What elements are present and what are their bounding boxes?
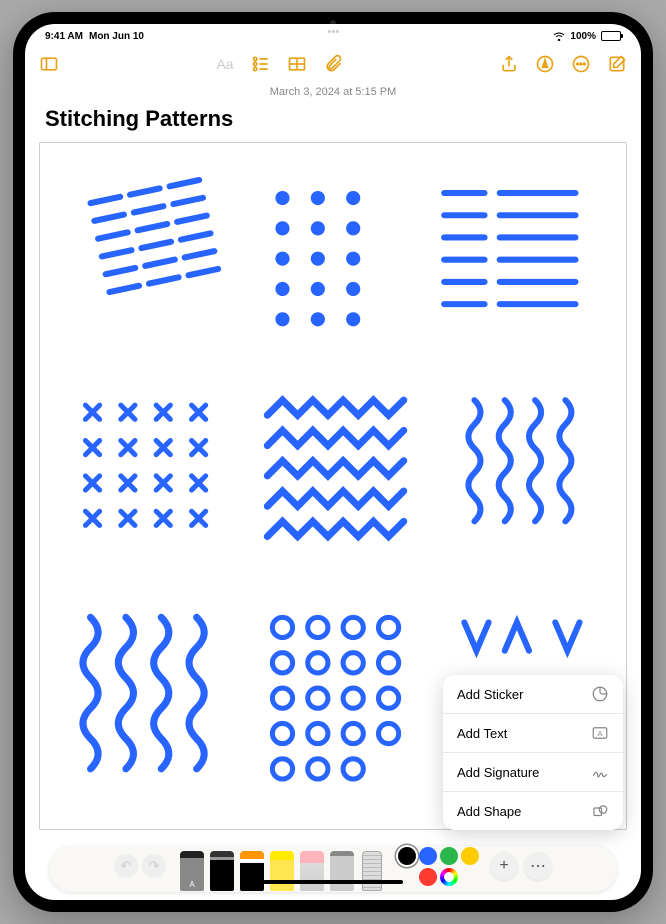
palette-more-button[interactable]: ⋯ bbox=[524, 852, 552, 880]
text-format-button[interactable]: Aa bbox=[215, 54, 235, 74]
add-shape-item[interactable]: Add Shape bbox=[443, 792, 623, 830]
add-signature-item[interactable]: Add Signature bbox=[443, 753, 623, 792]
color-red[interactable] bbox=[419, 868, 437, 886]
checklist-button[interactable] bbox=[251, 54, 271, 74]
color-black[interactable] bbox=[398, 847, 416, 865]
color-green[interactable] bbox=[440, 847, 458, 865]
tool-palette: ↶ ↷ + ⋯ bbox=[25, 838, 641, 900]
color-yellow[interactable] bbox=[461, 847, 479, 865]
text-box-icon: A bbox=[591, 724, 609, 742]
pen-tool[interactable] bbox=[208, 841, 236, 891]
marker-tool[interactable] bbox=[238, 847, 266, 891]
add-text-item[interactable]: Add Text A bbox=[443, 714, 623, 753]
color-blue[interactable] bbox=[419, 847, 437, 865]
color-picker-button[interactable] bbox=[440, 868, 458, 886]
handwriting-pen-tool[interactable] bbox=[178, 847, 206, 891]
signature-icon bbox=[591, 763, 609, 781]
add-element-button[interactable]: + bbox=[490, 852, 518, 880]
svg-text:A: A bbox=[597, 729, 602, 738]
top-toolbar: Aa bbox=[25, 46, 641, 82]
ruler-tool[interactable] bbox=[358, 847, 386, 891]
share-button[interactable] bbox=[499, 54, 519, 74]
color-swatches bbox=[394, 847, 482, 886]
add-menu-popup: Add Sticker Add Text A Add Signature Add… bbox=[443, 675, 623, 830]
attachment-button[interactable] bbox=[323, 54, 343, 74]
sticker-icon bbox=[591, 685, 609, 703]
status-time: 9:41 AM bbox=[45, 31, 83, 42]
markup-button[interactable] bbox=[535, 54, 555, 74]
shapes-icon bbox=[591, 802, 609, 820]
compose-button[interactable] bbox=[607, 54, 627, 74]
lasso-tool[interactable] bbox=[328, 847, 356, 891]
battery-icon bbox=[601, 31, 621, 41]
sidebar-toggle-button[interactable] bbox=[39, 54, 59, 74]
battery-pct: 100% bbox=[570, 31, 596, 42]
status-bar: 9:41 AM Mon Jun 10 100% bbox=[25, 24, 641, 46]
multitask-dots[interactable] bbox=[326, 30, 340, 33]
highlighter-tool[interactable] bbox=[268, 847, 296, 891]
note-date: March 3, 2024 at 5:15 PM bbox=[25, 82, 641, 102]
undo-button[interactable]: ↶ bbox=[114, 854, 138, 878]
redo-button[interactable]: ↷ bbox=[142, 854, 166, 878]
add-sticker-item[interactable]: Add Sticker bbox=[443, 675, 623, 714]
home-indicator[interactable] bbox=[263, 880, 403, 884]
table-button[interactable] bbox=[287, 54, 307, 74]
status-date: Mon Jun 10 bbox=[89, 31, 144, 42]
note-title[interactable]: Stitching Patterns bbox=[25, 102, 641, 142]
wifi-icon bbox=[553, 31, 565, 41]
more-button[interactable] bbox=[571, 54, 591, 74]
eraser-tool[interactable] bbox=[298, 847, 326, 891]
